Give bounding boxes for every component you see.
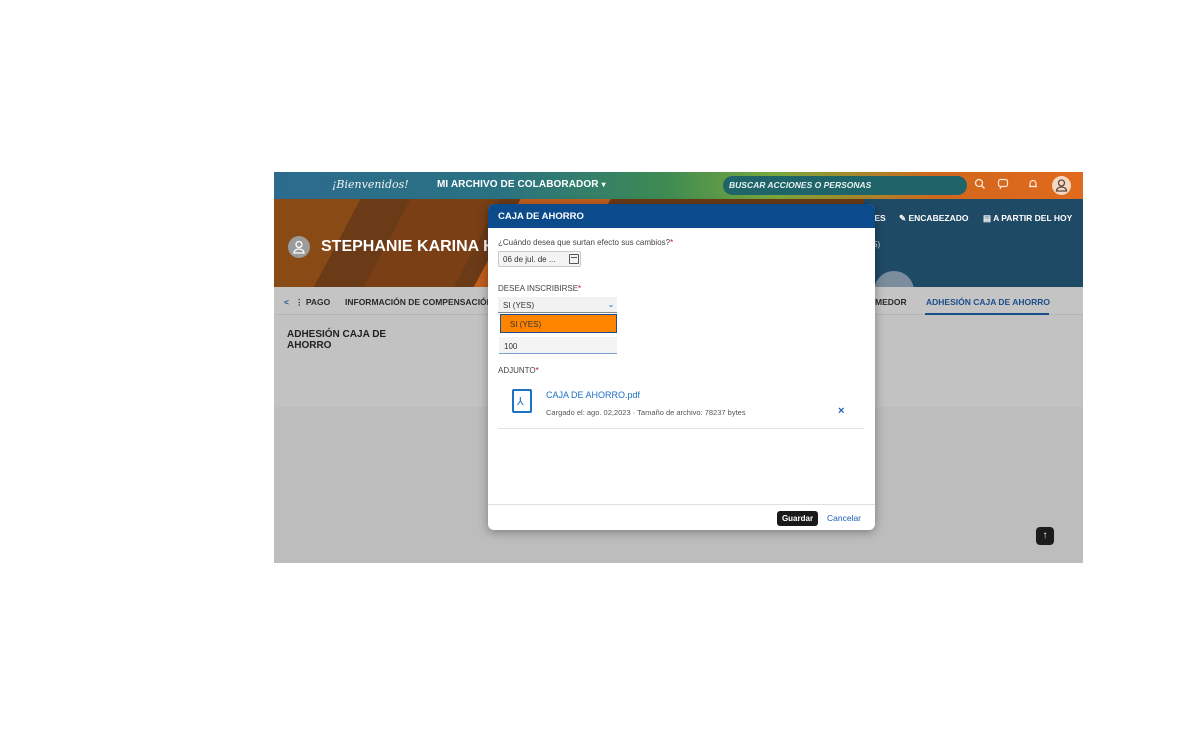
tab-compensation-info[interactable]: INFORMACIÓN DE COMPENSACIÓN [345,297,493,307]
edit-header-button[interactable]: ✎ ENCABEZADO [899,213,968,224]
dropdown-option-label: SI (YES) [510,320,542,329]
module-selector[interactable]: MI ARCHIVO DE COLABORADOR ▾ [437,179,606,190]
brand-logo[interactable]: ¡Bienvenidos! [332,178,409,191]
enroll-selected-value: SI (YES) [503,301,535,310]
scroll-to-top-button[interactable]: ↑ [1036,527,1054,545]
attachment-label-text: ADJUNTO [498,366,536,375]
search-icon[interactable] [973,178,987,192]
attachment-label: ADJUNTO* [498,366,539,375]
person-avatar [288,236,310,258]
dropdown-option-yes[interactable]: SI (YES) [500,314,617,333]
person-icon [293,240,305,254]
dialog-title: CAJA DE AHORRO [498,211,584,222]
save-button[interactable]: Guardar [777,511,818,526]
effective-date-label-text: ¿Cuándo desea que surtan efecto sus camb… [498,238,671,247]
user-avatar[interactable] [1052,176,1071,195]
enroll-select[interactable]: SI (YES) [498,297,617,313]
cancel-button[interactable]: Cancelar [827,513,861,523]
effective-date-field[interactable]: 06 de jul. de ... [498,251,581,267]
required-marker: * [535,366,539,375]
tab-savings-enrollment[interactable]: ADHESIÓN CAJA DE AHORRO [926,297,1050,307]
enroll-label-text: DESEA INSCRIBIRSE [498,284,579,293]
user-icon [1055,179,1068,192]
effective-date-label: ¿Cuándo desea que surtan efecto sus camb… [498,238,673,247]
pdf-file-icon [512,389,532,413]
enroll-label: DESEA INSCRIBIRSE* [498,284,581,293]
attachment-meta: Cargado el: ago. 02,2023 · Tamaño de arc… [546,408,746,417]
amount-value: 100 [504,342,518,351]
calendar-icon[interactable] [569,254,579,264]
close-icon[interactable]: × [838,405,844,417]
section-title: ADHESIÓN CAJA DE AHORRO [287,329,387,351]
dialog-header: CAJA DE AHORRO [488,204,875,228]
as-of-today-button[interactable]: ▤ A PARTIR DEL HOY [983,213,1072,224]
effective-date-value: 06 de jul. de ... [503,255,556,264]
required-marker: * [670,238,674,247]
dialog-footer-divider [488,504,875,505]
search-placeholder: BUSCAR ACCIONES O PERSONAS [729,180,872,190]
edit-header-label: ENCABEZADO [908,213,969,223]
amount-field[interactable]: 100 [499,337,617,354]
chevron-down-icon: ▾ [601,180,606,189]
arrow-up-icon: ↑ [1042,530,1048,541]
chevron-down-icon[interactable]: ⌄ [604,298,618,312]
module-label: MI ARCHIVO DE COLABORADOR [437,179,599,190]
as-of-today-label: A PARTIR DEL HOY [993,213,1073,223]
top-navigation-bar: ¡Bienvenidos! MI ARCHIVO DE COLABORADOR ▾… [274,172,1083,199]
chat-icon[interactable] [996,178,1010,192]
tab-partial[interactable]: MEDOR [875,297,907,307]
search-input[interactable]: BUSCAR ACCIONES O PERSONAS [723,176,967,195]
savings-fund-dialog: CAJA DE AHORRO ¿Cuándo desea que surtan … [488,204,875,530]
tab-pago[interactable]: ⋮ PAGO [295,297,330,308]
required-marker: * [578,284,582,293]
calendar-icon: ▤ [983,213,994,223]
attachment-file-link[interactable]: CAJA DE AHORRO.pdf [546,390,640,400]
tabs-scroll-left-icon[interactable]: < [284,297,289,307]
person-name: STEPHANIE KARINA HE [321,238,506,255]
divider [498,428,864,429]
bell-icon[interactable] [1026,178,1040,192]
